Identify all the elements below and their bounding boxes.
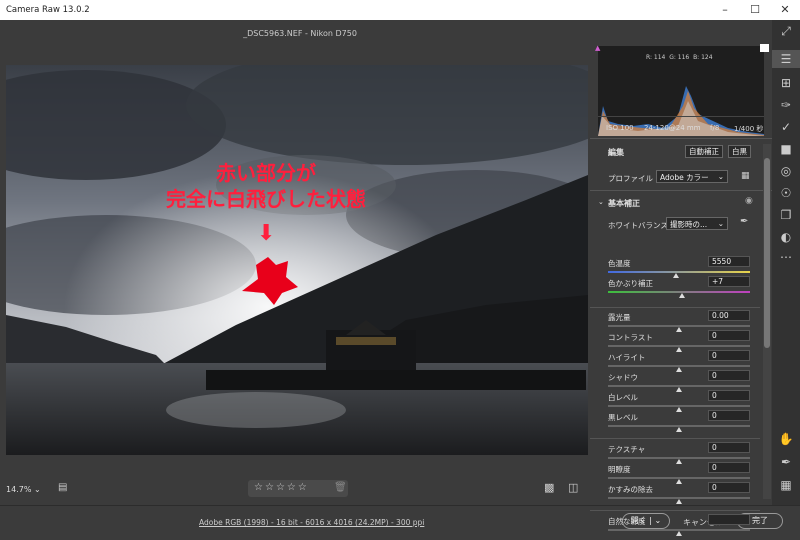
annotation-text: 赤い部分が 完全に白飛びした状態 <box>6 160 526 212</box>
compare-view-icon[interactable]: ▤ <box>58 482 67 493</box>
workflow-options-link[interactable]: Adobe RGB (1998) - 16 bit - 6016 x 4016 … <box>199 518 424 527</box>
zoom-level[interactable]: 14.7% ⌄ <box>6 485 41 494</box>
slider-value-field[interactable]: 0 <box>708 462 750 473</box>
bw-button[interactable]: 白黒 <box>728 145 751 158</box>
slider-label: 色温度 <box>608 259 631 268</box>
slider-label: 色かぶり補正 <box>608 279 653 288</box>
slider-thumb[interactable] <box>678 293 685 298</box>
slider-thumb[interactable] <box>676 327 682 332</box>
view-toggle-icon[interactable]: ▩ <box>544 481 554 494</box>
bottom-toolbar: 14.7% ⌄ ▤ ☆☆☆☆☆ 🗑 ▩ ◫ <box>0 475 600 503</box>
edit-title: 編集 <box>608 148 624 157</box>
auto-button[interactable]: 自動補正 <box>685 145 723 158</box>
slider-thumb[interactable] <box>676 367 682 372</box>
slider-value-field[interactable]: 0 <box>708 410 750 421</box>
slider-label: かすみの除去 <box>608 485 653 494</box>
slider-thumb[interactable] <box>676 531 682 536</box>
slider-label: 黒レベル <box>608 413 638 422</box>
color-sampler-icon[interactable]: ✒ <box>772 455 800 469</box>
shadow-clipping-icon[interactable]: ▲ <box>595 44 600 52</box>
brush-icon[interactable]: ✓ <box>772 120 800 134</box>
slider-value-field[interactable]: 0 <box>708 350 750 361</box>
slider-thumb[interactable] <box>676 347 682 352</box>
edit-sliders-icon[interactable]: ☰ <box>772 50 800 68</box>
annotation-line-1: 赤い部分が <box>216 161 316 185</box>
slider-value-field[interactable]: 5550 <box>708 256 750 267</box>
rating-bar: ☆☆☆☆☆ 🗑 <box>248 480 348 497</box>
wb-select[interactable]: 撮影時の... ⌄ <box>666 217 728 230</box>
slider-label: ハイライト <box>608 353 646 362</box>
healing-icon[interactable]: ✑ <box>772 98 800 112</box>
collapse-chevron-icon[interactable]: ⌄ <box>598 198 604 206</box>
histogram: R: 114 G: 116 B: 124 <box>598 46 764 136</box>
radial-filter-icon[interactable]: ◎ <box>772 164 800 178</box>
title-bar: Camera Raw 13.0.2 – ☐ ✕ <box>0 0 800 20</box>
lens-label: 24-120@24 mm <box>644 124 701 132</box>
slider-label: コントラスト <box>608 333 653 342</box>
snapshots-icon[interactable]: ❐ <box>772 208 800 222</box>
grid-icon[interactable]: ▦ <box>772 478 800 492</box>
more-icon[interactable]: ⋯ <box>772 250 800 264</box>
profile-browser-icon[interactable]: ▦ <box>741 171 750 181</box>
slider-thumb[interactable] <box>676 479 682 484</box>
shutter-label: 1/400 秒 <box>734 125 764 133</box>
slider-label: 白レベル <box>608 393 638 402</box>
trash-icon[interactable]: 🗑 <box>334 482 347 493</box>
slider-value-field[interactable]: 0 <box>708 482 750 493</box>
slider-thumb[interactable] <box>673 273 680 278</box>
hand-icon[interactable]: ✋ <box>772 432 800 446</box>
close-icon[interactable]: ✕ <box>770 0 800 20</box>
redeye-icon[interactable]: ☉ <box>772 186 800 200</box>
slider-value-field[interactable]: 0 <box>708 390 750 401</box>
eyedropper-icon[interactable]: ✒ <box>740 216 748 227</box>
annotation-line-2: 完全に白飛びした状態 <box>166 187 366 211</box>
visibility-eye-icon[interactable]: ◉ <box>745 196 753 206</box>
profile-label: プロファイル <box>608 174 653 183</box>
maximize-icon[interactable]: ☐ <box>740 0 770 20</box>
profile-select[interactable]: Adobe カラー ⌄ <box>656 170 728 183</box>
highlight-clipping-icon[interactable] <box>760 44 769 52</box>
slider-thumb[interactable] <box>676 459 682 464</box>
slider-label: 明瞭度 <box>608 465 631 474</box>
slider-thumb[interactable] <box>676 427 682 432</box>
slider-thumb[interactable] <box>676 407 682 412</box>
window-title: Camera Raw 13.0.2 <box>6 5 90 15</box>
before-after-icon[interactable]: ◫ <box>568 481 578 494</box>
slider-value-field[interactable]: 0 <box>708 370 750 381</box>
photo <box>6 65 588 455</box>
crop-icon[interactable]: ⊞ <box>772 76 800 90</box>
slider-value-field[interactable]: 0 <box>708 442 750 453</box>
basic-title[interactable]: 基本補正 <box>608 198 640 209</box>
rgb-readout: R: 114 G: 116 B: 124 <box>646 54 713 61</box>
slider-label: 自然な彩度 <box>608 517 646 526</box>
file-name: _DSC5963.NEF - Nikon D750 <box>243 29 357 38</box>
star-rating[interactable]: ☆☆☆☆☆ <box>254 482 309 493</box>
slider-label: シャドウ <box>608 373 638 382</box>
edit-panel: R: 114 G: 116 B: 124 ▲ ISO 100 24-120@24… <box>590 20 772 536</box>
iso-label: ISO 100 <box>606 124 634 132</box>
wb-label: ホワイトバランス <box>608 221 668 230</box>
panel-scrollbar[interactable] <box>763 144 771 499</box>
arrow-down-icon: ⬇ <box>257 221 276 246</box>
slider-thumb[interactable] <box>676 499 682 504</box>
slider-value-field[interactable] <box>708 514 750 525</box>
slider-label: テクスチャ <box>608 445 646 454</box>
minimize-icon[interactable]: – <box>710 0 740 20</box>
presets-icon[interactable]: ◐ <box>772 230 800 244</box>
aperture-label: f/8 <box>710 124 720 132</box>
slider-value-field[interactable]: +7 <box>708 276 750 287</box>
slider-value-field[interactable]: 0 <box>708 330 750 341</box>
slider-label: 露光量 <box>608 313 631 322</box>
slider-thumb[interactable] <box>676 387 682 392</box>
fullscreen-icon[interactable]: ⤢ <box>772 24 800 39</box>
image-canvas[interactable]: 赤い部分が 完全に白飛びした状態 ⬇ <box>6 65 588 455</box>
slider-value-field[interactable]: 0.00 <box>708 310 750 321</box>
graduated-filter-icon[interactable]: ■ <box>772 142 800 156</box>
